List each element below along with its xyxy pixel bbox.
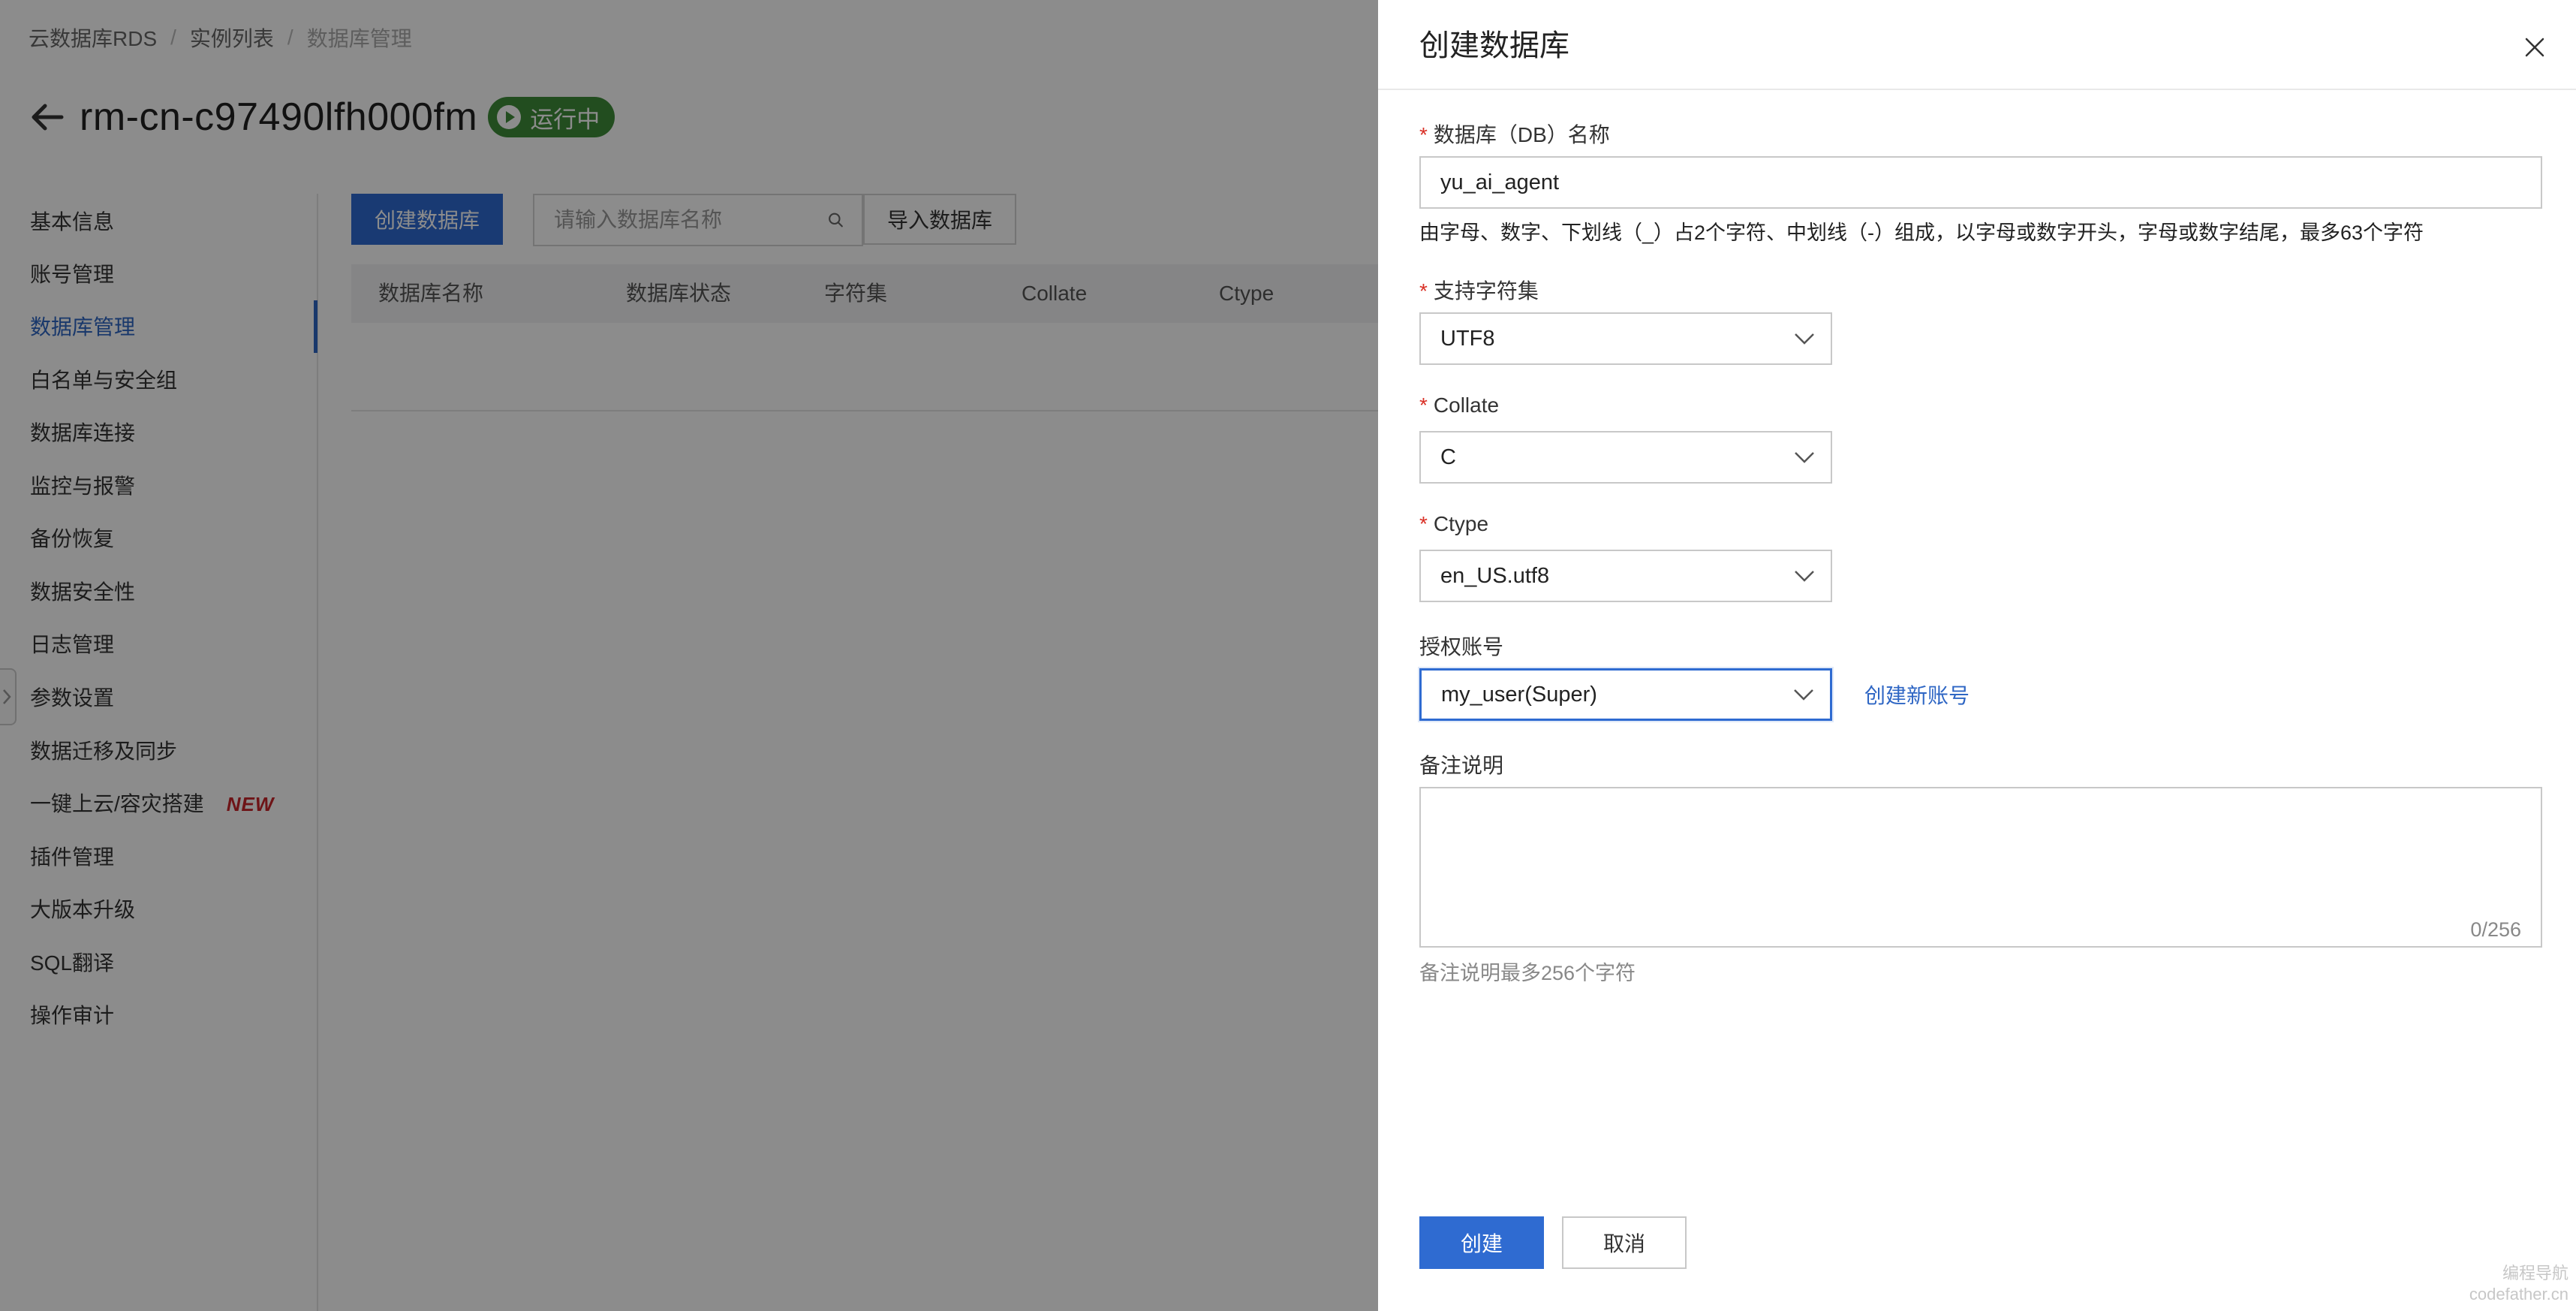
cancel-button[interactable]: 取消 (1562, 1216, 1687, 1269)
create-database-drawer: 创建数据库 * 数据库（DB）名称 yu_ai_agent 由字母、数字、下划线（… (1378, 0, 2576, 1311)
ctype-select[interactable]: en_US.utf8 (1419, 550, 1832, 602)
charset-label-text: 支持字符集 (1433, 279, 1539, 303)
drawer-title: 创建数据库 (1419, 29, 1569, 62)
remark-hint: 备注说明最多256个字符 (1419, 962, 1636, 984)
db-name-hint: 由字母、数字、下划线（_）占2个字符、中划线（-）组成，以字母或数字开头，字母或… (1419, 222, 2424, 244)
drawer-header: 创建数据库 (1378, 0, 2576, 90)
watermark: 编程导航 codefather.cn (2469, 1263, 2568, 1305)
ctype-label-text: Ctype (1433, 512, 1489, 535)
create-account-link[interactable]: 创建新账号 (1864, 680, 1970, 710)
remark-textarea[interactable]: 0/256 (1419, 787, 2542, 948)
chevron-down-icon (1795, 571, 1814, 582)
ctype-value: en_US.utf8 (1440, 563, 1550, 588)
rds-console-page: 云数据库RDS / 实例列表 / 数据库管理 rm-cn-c97490lfh00… (0, 0, 2576, 1311)
char-counter: 0/256 (2470, 918, 2521, 941)
collate-select[interactable]: C (1419, 431, 1832, 484)
account-select[interactable]: my_user(Super) (1419, 668, 1832, 721)
charset-label: * 支持字符集 (1419, 275, 1539, 305)
collate-label: * Collate (1419, 393, 1499, 417)
ctype-label: * Ctype (1419, 512, 1488, 536)
account-label: 授权账号 (1419, 635, 1504, 659)
account-value: my_user(Super) (1441, 682, 1597, 707)
db-name-label-text: 数据库（DB）名称 (1433, 123, 1610, 146)
chevron-down-icon (1795, 452, 1814, 463)
collate-label-text: Collate (1433, 393, 1500, 417)
required-mark: * (1419, 393, 1428, 417)
close-icon[interactable] (2522, 35, 2547, 60)
required-mark: * (1419, 512, 1428, 535)
db-name-input[interactable]: yu_ai_agent (1419, 156, 2542, 209)
charset-value: UTF8 (1440, 326, 1495, 351)
remark-label: 备注说明 (1419, 754, 1504, 777)
create-button[interactable]: 创建 (1419, 1216, 1544, 1269)
collate-value: C (1440, 445, 1456, 469)
modal-overlay[interactable] (0, 0, 1378, 1311)
required-mark: * (1419, 279, 1428, 303)
required-mark: * (1419, 123, 1428, 146)
chevron-down-icon (1794, 689, 1813, 701)
db-name-label: * 数据库（DB）名称 (1419, 119, 1610, 149)
chevron-down-icon (1795, 333, 1814, 345)
watermark-line: codefather.cn (2469, 1285, 2568, 1303)
watermark-line: 编程导航 (2502, 1264, 2568, 1282)
charset-select[interactable]: UTF8 (1419, 312, 1832, 365)
